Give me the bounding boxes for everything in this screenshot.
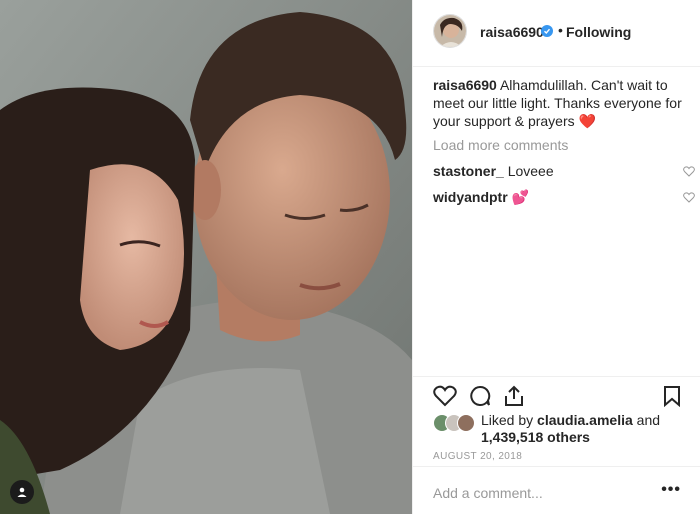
load-more-comments-button[interactable]: Load more comments (433, 136, 683, 154)
bookmark-icon[interactable] (663, 385, 681, 407)
comments-section: raisa6690 Alhamdulillah. Can't wait to m… (433, 76, 695, 206)
user-tag-icon (17, 487, 27, 497)
avatar-image (434, 15, 466, 47)
comment-icon[interactable] (469, 385, 491, 407)
post-date[interactable]: AUGUST 20, 2018 (433, 451, 522, 462)
caption: raisa6690 Alhamdulillah. Can't wait to m… (433, 76, 683, 130)
verified-icon (541, 25, 553, 37)
comment-like-icon[interactable] (683, 166, 695, 177)
share-icon[interactable] (503, 385, 525, 407)
likes-text: Liked by claudia.amelia and 1,439,518 oth… (481, 412, 691, 446)
likes-count-button[interactable]: 1,439,518 others (481, 429, 590, 445)
avatar[interactable] (433, 14, 467, 48)
comment-username[interactable]: widyandptr (433, 189, 508, 205)
following-button[interactable]: Following (566, 24, 631, 40)
caption-emoji: ❤️ (578, 113, 596, 129)
liker-avatars[interactable] (433, 414, 479, 432)
caption-username[interactable]: raisa6690 (433, 77, 497, 93)
heart-icon[interactable] (433, 385, 457, 407)
couple-photo (0, 0, 412, 514)
comment-input[interactable]: Add a comment... (433, 485, 543, 501)
header-separator: • (558, 22, 563, 38)
post: raisa6690 • Following raisa6690 Alhamdul… (0, 0, 700, 514)
comment-item: stastoner_ Loveee (433, 162, 695, 180)
add-comment-bar: Add a comment... ••• (413, 466, 700, 515)
liker-avatar (457, 414, 475, 432)
post-sidebar: raisa6690 • Following raisa6690 Alhamdul… (412, 0, 700, 514)
more-options-button[interactable]: ••• (661, 481, 681, 499)
liked-by-user[interactable]: claudia.amelia (537, 412, 633, 428)
action-bar (413, 376, 700, 407)
comment-username[interactable]: stastoner_ (433, 163, 504, 179)
comment-like-icon[interactable] (683, 192, 695, 203)
header-username[interactable]: raisa6690 (480, 24, 544, 40)
post-header: raisa6690 • Following (413, 0, 700, 67)
comment-text: 💕 (507, 189, 529, 205)
post-photo[interactable] (0, 0, 412, 514)
user-tag-button[interactable] (10, 480, 34, 504)
likes-prefix: Liked by (481, 412, 538, 428)
comment-item: widyandptr 💕 (433, 188, 695, 206)
likes-middle: and (632, 412, 661, 428)
comment-text: Loveee (503, 163, 554, 179)
